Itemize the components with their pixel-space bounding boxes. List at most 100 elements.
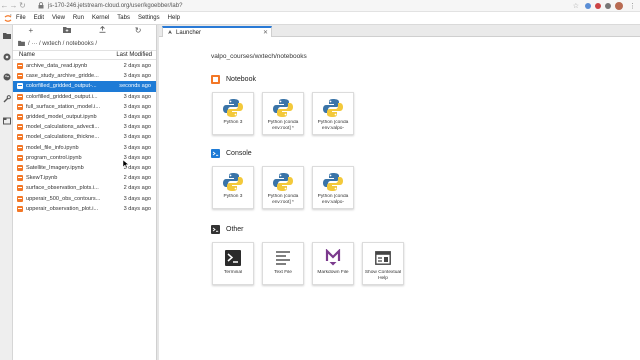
other-section-icon — [211, 224, 220, 234]
file-row[interactable]: gridded_model_output.ipynb 3 days ago — [13, 112, 156, 122]
file-list-header: Name Last Modified — [13, 50, 156, 60]
file-list: archive_data_read.ipynb 2 days ago case_st… — [13, 60, 156, 214]
menu-tabs[interactable]: Tabs — [117, 15, 130, 21]
card-label: Python [conda env:valpo- — [317, 194, 349, 205]
notebook-file-icon — [17, 114, 23, 121]
launcher-card-conda-valpo-notebook[interactable]: Python [conda env:valpo- — [312, 92, 354, 135]
jupyter-logo-icon — [0, 12, 16, 25]
file-browser: + ↻ / ··· / wxtech / notebooks / Name La… — [13, 25, 156, 360]
file-row[interactable]: program_control.ipynb 3 days ago — [13, 153, 156, 163]
browser-toolbar: ← → ↻ js-170-246.jetstream-cloud.org/use… — [0, 0, 640, 12]
file-row[interactable]: model_calculations_advecti... 3 days ago — [13, 122, 156, 132]
lock-icon — [37, 2, 45, 10]
upload-icon — [99, 25, 106, 33]
menu-settings[interactable]: Settings — [138, 15, 160, 21]
card-label: Show Contextual Help — [364, 270, 402, 281]
console-section-icon — [211, 148, 220, 158]
profile-avatar[interactable] — [615, 1, 623, 10]
file-name: upperair_500_obs_contours... — [26, 195, 101, 202]
file-modified: 3 days ago — [123, 205, 151, 212]
launcher-card-conda-root-notebook[interactable]: Python [conda env:root] * — [262, 92, 304, 135]
new-launcher-button[interactable]: + — [13, 25, 49, 37]
address-bar[interactable]: js-170-246.jetstream-cloud.org/user/kgoe… — [48, 3, 182, 9]
notebook-file-icon — [17, 144, 23, 151]
notebook-file-icon — [17, 205, 23, 212]
breadcrumb-path[interactable]: / ··· / wxtech / notebooks / — [28, 41, 97, 47]
file-row[interactable]: case_study_archive_gridde... 3 days ago — [13, 71, 156, 81]
file-row[interactable]: model_file_info.ipynb 3 days ago — [13, 143, 156, 153]
extension-icon[interactable] — [605, 2, 611, 9]
palette-icon[interactable] — [3, 73, 11, 81]
launcher-card-conda-valpo-console[interactable]: Python [conda env:valpo- — [312, 166, 354, 209]
launcher-card-conda-root-console[interactable]: Python [conda env:root] * — [262, 166, 304, 209]
notebook-file-icon — [17, 103, 23, 110]
tab-launcher[interactable]: Launcher ✕ — [162, 26, 272, 37]
python-logo-icon — [263, 97, 303, 119]
file-row[interactable]: upperair_observation_plot.i... 3 days ago — [13, 204, 156, 214]
notebook-file-icon — [17, 93, 23, 100]
breadcrumb[interactable]: / ··· / wxtech / notebooks / — [13, 37, 156, 50]
notebook-file-icon — [17, 83, 23, 90]
file-name: model_calculations_advecti... — [26, 124, 100, 131]
text-file-icon — [263, 247, 303, 269]
notebook-file-icon — [17, 195, 23, 202]
launcher-card-python3-notebook[interactable]: Python 3 — [212, 92, 254, 135]
file-row[interactable]: SkewT.ipynb 2 days ago — [13, 173, 156, 183]
launcher-card-text-file[interactable]: Text File — [262, 242, 304, 285]
notebook-file-icon — [17, 164, 23, 171]
file-modified: 3 days ago — [123, 114, 151, 121]
launcher-card-contextual-help[interactable]: Show Contextual Help — [362, 242, 404, 285]
notebook-file-icon — [17, 185, 23, 192]
upload-button[interactable] — [85, 25, 121, 37]
launcher: valpo_courses/wxtech/notebooks Notebook … — [211, 53, 591, 285]
back-arrow-icon[interactable]: ← — [0, 0, 9, 12]
column-name[interactable]: Name — [13, 52, 112, 58]
launcher-section-console: Console Python 3 Python [conda env:root]… — [211, 148, 591, 209]
bookmark-star-icon[interactable]: ☆ — [573, 2, 579, 10]
markdown-icon — [313, 247, 353, 269]
file-modified: 3 days ago — [123, 164, 151, 171]
file-row[interactable]: colorfilled_gridded_output-... seconds ag… — [13, 81, 156, 92]
browser-menu-icon[interactable]: ⋮ — [629, 2, 636, 10]
file-row[interactable]: colorfilled_gridded_output.i... 3 days ag… — [13, 92, 156, 102]
file-row[interactable]: archive_data_read.ipynb 2 days ago — [13, 61, 156, 71]
launcher-card-terminal[interactable]: Terminal — [212, 242, 254, 285]
file-name: case_study_archive_gridde... — [26, 73, 99, 80]
column-last-modified[interactable]: Last Modified — [112, 52, 156, 58]
forward-arrow-icon[interactable]: → — [9, 0, 18, 12]
menu-help[interactable]: Help — [168, 15, 180, 21]
reload-icon[interactable]: ↻ — [18, 0, 27, 12]
launcher-path: valpo_courses/wxtech/notebooks — [211, 53, 307, 60]
file-row[interactable]: Satellite_Imagery.ipynb 3 days ago — [13, 163, 156, 173]
menu-kernel[interactable]: Kernel — [92, 15, 109, 21]
tab-label: Launcher — [176, 29, 202, 36]
folder-icon[interactable] — [3, 31, 11, 39]
file-name: archive_data_read.ipynb — [26, 63, 88, 70]
menu-run[interactable]: Run — [73, 15, 84, 21]
file-row[interactable]: model_calculations_thickne... 3 days ago — [13, 132, 156, 142]
file-modified: 3 days ago — [123, 195, 151, 202]
activity-bar — [0, 25, 13, 360]
extension-icon[interactable] — [585, 2, 591, 9]
new-folder-button[interactable] — [49, 25, 85, 37]
extension-icon[interactable] — [595, 2, 601, 9]
refresh-button[interactable]: ↻ — [120, 25, 156, 37]
notebook-file-icon — [17, 73, 23, 80]
file-modified: 2 days ago — [123, 175, 151, 182]
launcher-card-markdown-file[interactable]: Markdown File — [312, 242, 354, 285]
file-row[interactable]: surface_observation_plots.i... 2 days ago — [13, 183, 156, 193]
close-icon[interactable]: ✕ — [263, 29, 268, 36]
menu-file[interactable]: File — [16, 15, 26, 21]
menu-edit[interactable]: Edit — [34, 15, 44, 21]
menu-view[interactable]: View — [52, 15, 65, 21]
build-wrench-icon[interactable] — [3, 95, 11, 103]
launcher-card-python3-console[interactable]: Python 3 — [212, 166, 254, 209]
tabs-icon[interactable] — [3, 117, 11, 125]
notebook-file-icon — [17, 175, 23, 182]
file-name: program_control.ipynb — [26, 154, 82, 161]
notebook-file-icon — [17, 63, 23, 70]
card-label: Python [conda env:valpo- — [317, 120, 349, 131]
file-row[interactable]: full_surface_station_model.i... 3 days ag… — [13, 102, 156, 112]
running-kernels-icon[interactable] — [3, 53, 11, 61]
file-row[interactable]: upperair_500_obs_contours... 3 days ago — [13, 193, 156, 203]
